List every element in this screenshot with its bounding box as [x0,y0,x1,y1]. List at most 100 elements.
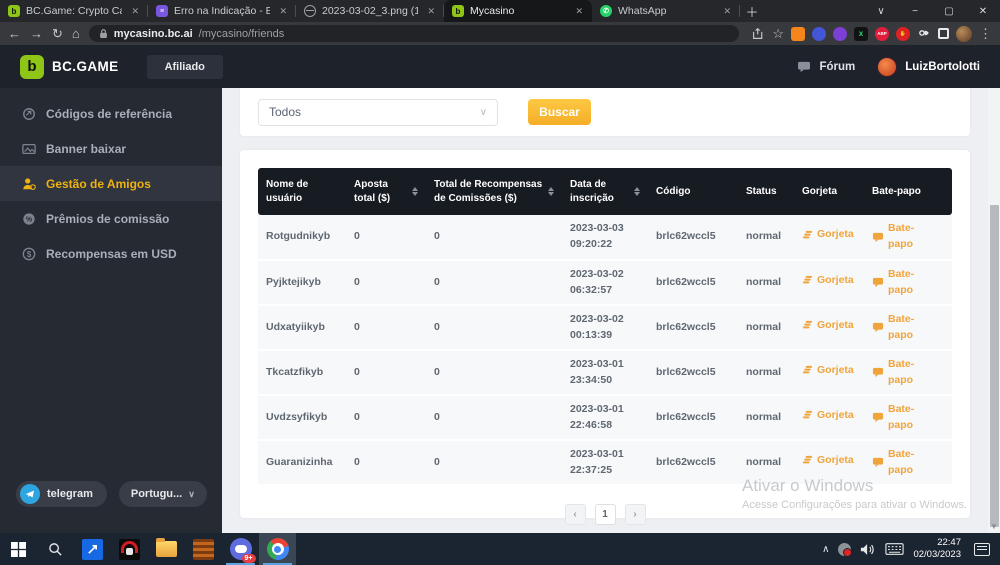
reload-button[interactable]: ↻ [52,27,63,40]
tab-search-icon[interactable]: ∨ [864,0,898,22]
browser-tab-mycasino-active[interactable]: b Mycasino ✕ [444,0,592,22]
white-square-extension-icon[interactable] [938,28,949,39]
sidebar-item-banner-baixar[interactable]: Banner baixar [0,131,222,166]
tip-link[interactable]: Gorjeta [794,350,864,395]
cell-date: 2023-03-0206:32:57 [562,260,648,305]
forum-link[interactable]: Fórum [819,61,855,73]
sidebar-item-label: Prêmios de comissão [46,212,169,226]
red-hand-extension-icon[interactable]: ✋ [896,27,910,41]
tip-link[interactable]: Gorjeta [794,260,864,305]
tab-close-icon[interactable]: ✕ [128,5,142,18]
user-avatar[interactable] [877,57,897,77]
tip-link[interactable]: Gorjeta [794,305,864,350]
col-signup-date[interactable]: Data de inscrição [562,168,648,215]
taskbar-discord[interactable]: 9+ [222,533,259,565]
buscar-button[interactable]: Buscar [528,99,591,125]
browser-tab-whatsapp[interactable]: ✆ WhatsApp ✕ [592,0,740,22]
tab-close-icon[interactable]: ✕ [572,5,586,18]
browser-tab-bcgame[interactable]: b BC.Game: Crypto Casino Gan ✕ [0,0,148,22]
purple-extension-icon[interactable] [833,27,847,41]
chat-link[interactable]: Bate-papo [864,305,952,350]
friends-table: Nome de usuário Aposta total ($) Total d… [258,168,952,486]
current-page[interactable]: 1 [595,504,616,525]
chat-link[interactable]: Bate-papo [864,350,952,395]
browser-profile-avatar[interactable] [956,26,972,42]
close-window-button[interactable]: ✕ [966,0,1000,22]
forum-chat-icon[interactable] [797,61,811,73]
taskbar-chrome[interactable] [259,533,296,565]
browser-tab-png[interactable]: 2023-03-02_3.png (1024×76 ✕ [296,0,444,22]
tab-title: WhatsApp [618,5,714,17]
afiliado-nav-button[interactable]: Afiliado [147,55,223,79]
taskbar-remote-app[interactable] [74,533,111,565]
sidebar-item-premios-de-comissao[interactable]: % Prêmios de comissão [0,201,222,236]
keyboard-icon[interactable] [885,543,904,555]
next-page-button[interactable]: › [625,504,646,525]
cell-username: Uvdzsyfikyb [258,395,346,440]
usd-dollar-icon: $ [22,247,36,261]
taskbar-game-app[interactable] [111,533,148,565]
telegram-button[interactable]: telegram [16,481,107,507]
username-label[interactable]: LuizBortolotti [905,61,980,73]
sidebar-item-codigos-de-referencia[interactable]: Códigos de referência [0,96,222,131]
maximize-button[interactable]: ▢ [932,0,966,22]
tab-close-icon[interactable]: ✕ [276,5,290,18]
filter-dropdown-value: Todos [269,105,301,119]
browser-menu-icon[interactable]: ⋮ [979,27,992,40]
chat-link[interactable]: Bate-papo [864,395,952,440]
sort-icon[interactable] [634,187,640,196]
bookmark-star-icon[interactable]: ☆ [772,27,784,40]
page-scrollbar[interactable]: ▼ [988,88,1000,533]
system-tray: ∧ 22:47 02/03/2023 [822,533,1000,565]
tip-link[interactable]: Gorjeta [794,215,864,260]
chevron-down-icon: ∨ [188,489,195,500]
browser-tab-erro-indicacao[interactable]: ≡ Erro na Indicação - BC.Game ✕ [148,0,296,22]
action-center-icon[interactable] [974,543,990,556]
cell-commission: 0 [426,305,562,350]
remote-app-icon [82,539,103,560]
back-button[interactable]: ← [8,27,21,40]
new-tab-button[interactable]: ＋ [740,0,764,22]
speaker-icon[interactable] [860,543,876,556]
address-bar[interactable]: mycasino.bc.ai/mycasino/friends [89,25,740,42]
col-commission-rewards[interactable]: Total de Recompensas de Comissões ($) [426,168,562,215]
taskbar-clock[interactable]: 22:47 02/03/2023 [913,537,961,561]
adblock-plus-extension-icon[interactable]: ABP [875,27,889,41]
extensions-puzzle-icon[interactable]: ⚩ [917,27,931,41]
page-body: Códigos de referência Banner baixar Gest… [0,88,1000,533]
browser-toolbar: ← → ↻ ⌂ mycasino.bc.ai/mycasino/friends … [0,22,1000,45]
share-icon[interactable] [752,27,765,40]
taskbar-file-explorer[interactable] [148,533,185,565]
taskbar-search-button[interactable] [37,533,74,565]
home-button[interactable]: ⌂ [72,27,80,40]
blue-extension-icon[interactable] [812,27,826,41]
sort-icon[interactable] [412,187,418,196]
prev-page-button[interactable]: ‹ [565,504,586,525]
sidebar-item-recompensas-em-usd[interactable]: $ Recompensas em USD [0,236,222,271]
chat-link[interactable]: Bate-papo [864,215,952,260]
tray-chevron-up-icon[interactable]: ∧ [822,544,829,555]
forward-button[interactable]: → [30,27,43,40]
tab-close-icon[interactable]: ✕ [424,5,438,18]
bcgame-logo-icon[interactable]: b [20,55,44,79]
taskbar-striped-app[interactable] [185,533,222,565]
site-logo-text[interactable]: BC.GAME [52,59,119,74]
cell-date: 2023-03-0122:46:58 [562,395,648,440]
sidebar-item-gestao-de-amigos[interactable]: Gestão de Amigos [0,166,222,201]
recording-indicator-icon[interactable] [838,543,851,556]
metamask-extension-icon[interactable] [791,27,805,41]
minimize-button[interactable]: − [898,0,932,22]
scrollbar-down-arrow[interactable]: ▼ [988,522,1000,531]
green-x-extension-icon[interactable]: x [854,27,868,41]
tip-link[interactable]: Gorjeta [794,395,864,440]
start-button[interactable] [0,533,37,565]
chat-link[interactable]: Bate-papo [864,260,952,305]
language-selector[interactable]: Portugu... ∨ [119,481,207,507]
col-bet-total[interactable]: Aposta total ($) [346,168,426,215]
filter-dropdown[interactable]: Todos ∨ [258,99,498,126]
folder-icon [156,541,177,557]
sort-icon[interactable] [548,187,554,196]
tab-close-icon[interactable]: ✕ [720,5,734,18]
link-icon [22,107,36,121]
scrollbar-thumb[interactable] [990,205,999,527]
